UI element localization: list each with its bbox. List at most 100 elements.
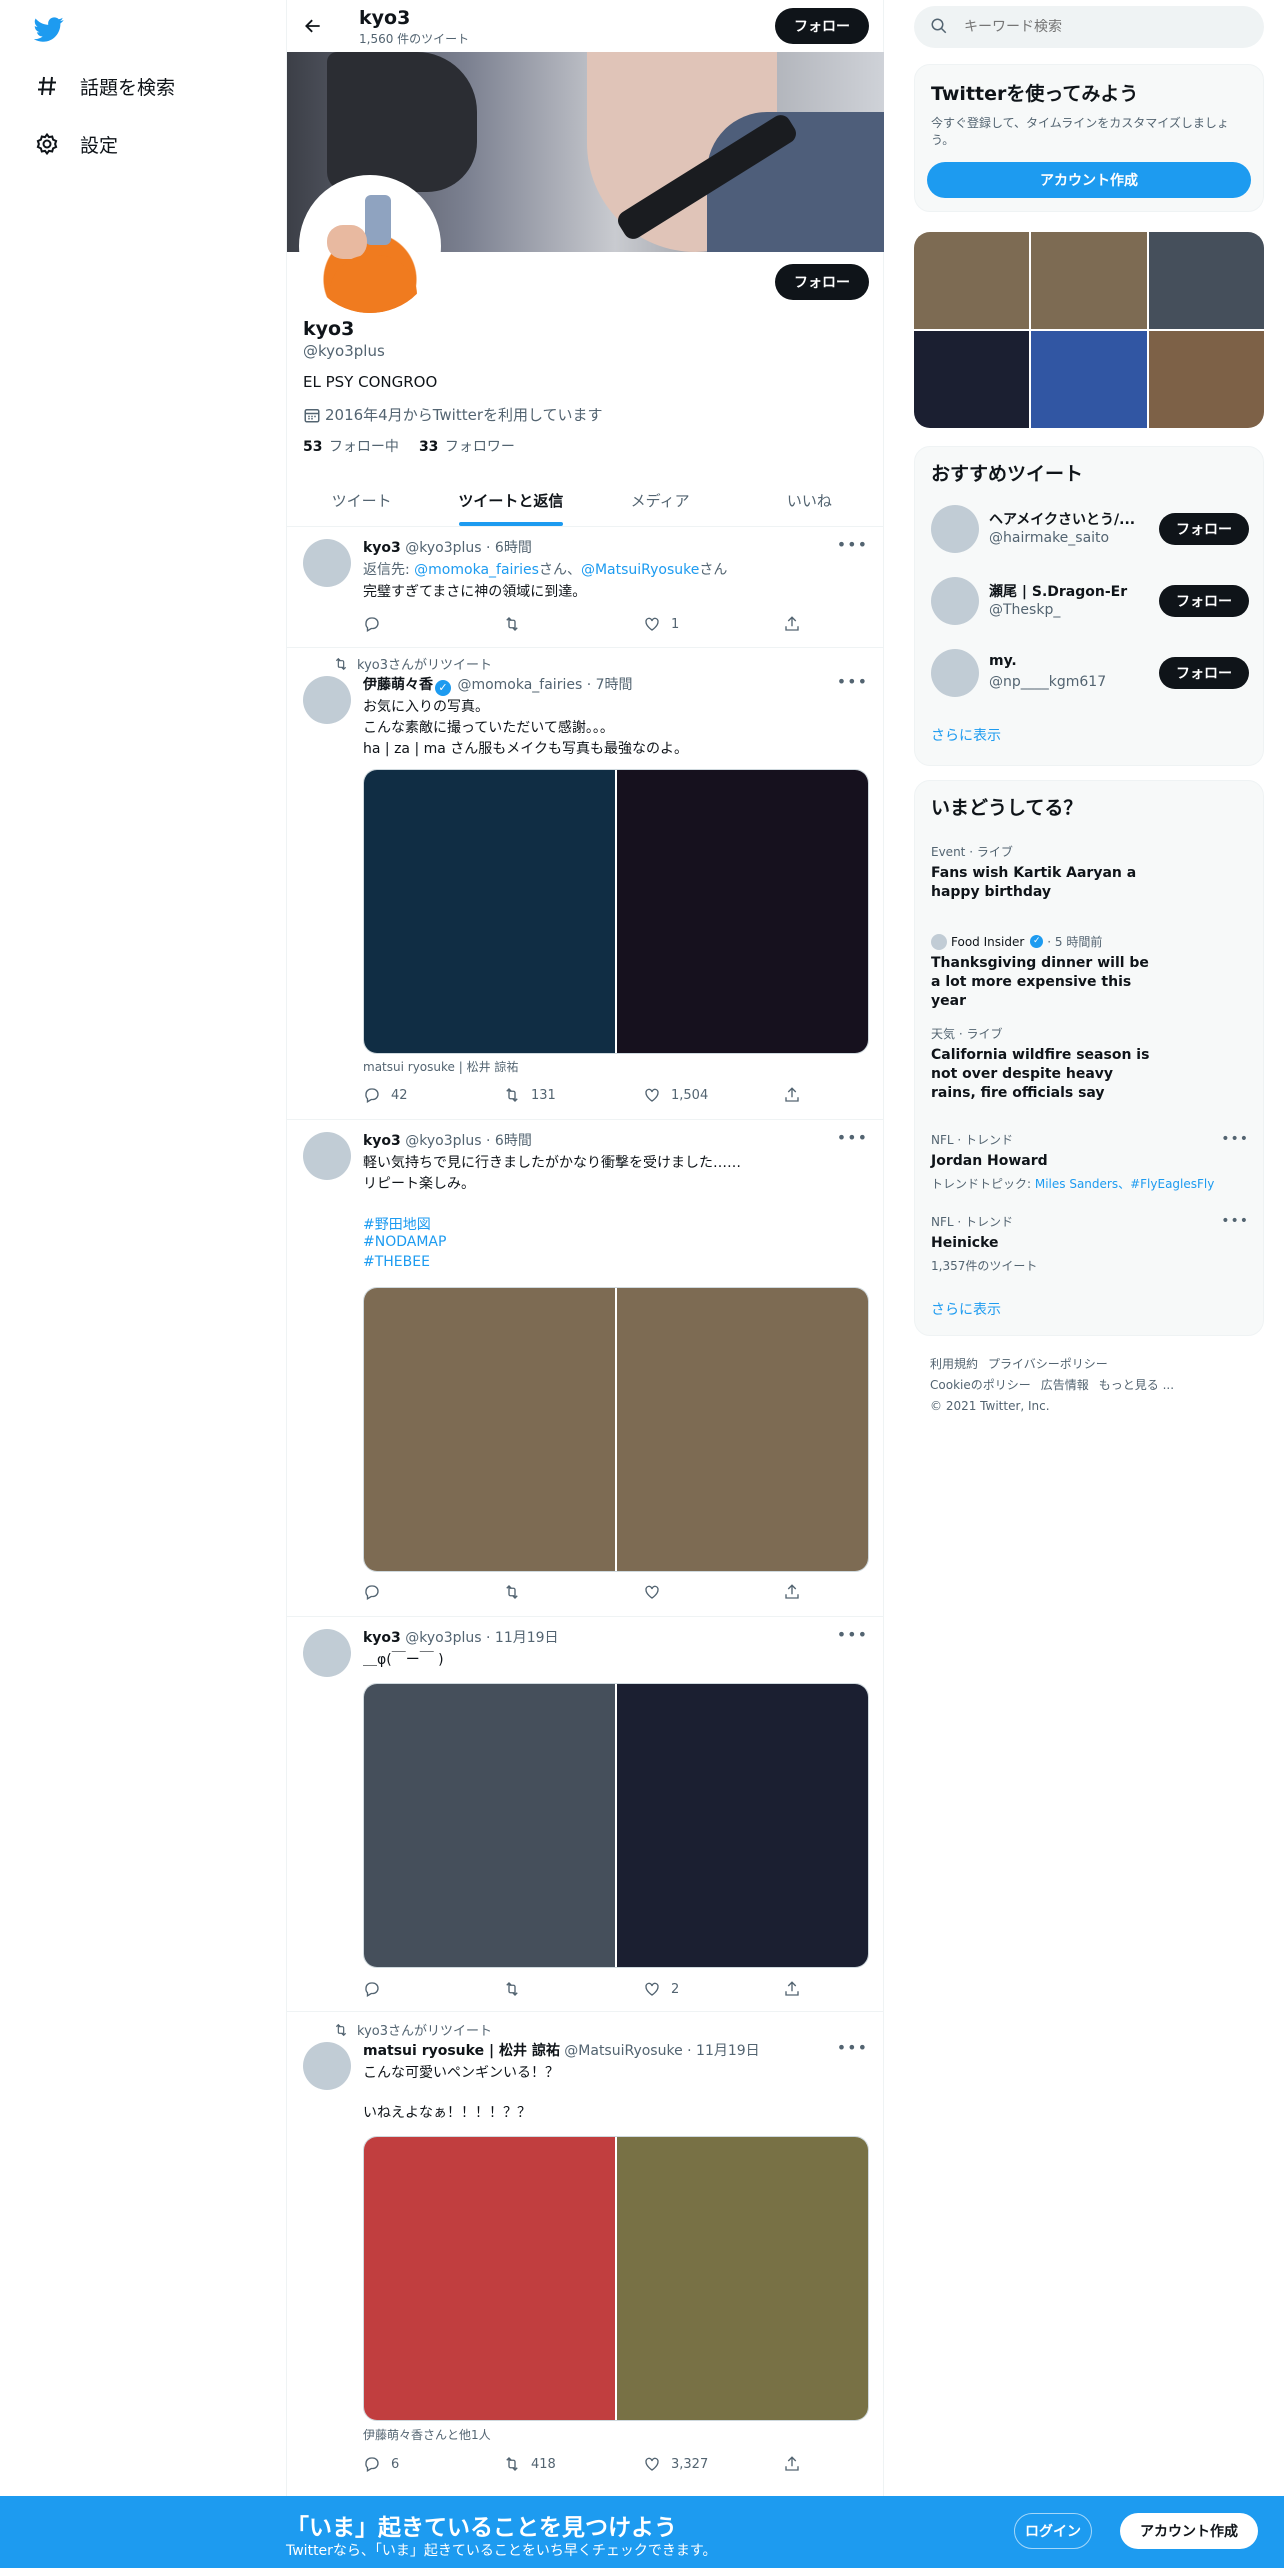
followers-link[interactable]: 33 フォロワー bbox=[419, 436, 515, 456]
follow-button[interactable]: フォロー bbox=[1159, 513, 1249, 545]
more-options-icon[interactable]: ••• bbox=[837, 1128, 868, 1147]
tweet-time[interactable]: 6時間 bbox=[495, 540, 532, 556]
tweet-media[interactable] bbox=[363, 2136, 869, 2421]
tweet-photo[interactable] bbox=[364, 1288, 615, 1571]
signup-button[interactable]: アカウント作成 bbox=[1120, 2513, 1258, 2549]
suggested-account[interactable]: 瀬尾 | S.Dragon-Er @Theskp_ フォロー bbox=[931, 575, 1249, 627]
trend-item[interactable]: Event · ライブ Fans wish Kartik Aaryan a ha… bbox=[931, 843, 1249, 902]
share-button[interactable] bbox=[783, 2454, 803, 2474]
tweet-media[interactable] bbox=[363, 1683, 869, 1968]
retweeted-by-text[interactable]: kyo3さんがリツイート bbox=[357, 654, 492, 673]
retweet-button[interactable]: 418 bbox=[503, 2454, 603, 2474]
retweeted-by-text[interactable]: kyo3さんがリツイート bbox=[357, 2020, 492, 2039]
login-button[interactable]: ログイン bbox=[1014, 2513, 1092, 2549]
footer-link-cookies[interactable]: Cookieのポリシー bbox=[930, 1378, 1031, 1392]
suggested-account-name[interactable]: ヘアメイクさいとう/... bbox=[989, 509, 1149, 529]
trend-item[interactable]: Food Insider ✓ · 5 時間前 Thanksgiving dinn… bbox=[931, 933, 1249, 1011]
follow-button[interactable]: フォロー bbox=[1159, 657, 1249, 689]
media-thumbnail[interactable] bbox=[914, 331, 1030, 428]
nav-explore[interactable]: 話題を検索 bbox=[34, 68, 175, 104]
trend-item[interactable]: NFL · トレンド Jordan Howard トレンドトピック: Miles… bbox=[931, 1131, 1249, 1192]
profile-follow-button[interactable]: フォロー bbox=[775, 264, 869, 300]
media-caption[interactable]: matsui ryosuke | 松井 諒祐 bbox=[363, 1058, 518, 1075]
suggested-account[interactable]: ヘアメイクさいとう/... @hairmake_saito フォロー bbox=[931, 503, 1249, 555]
tweet-time[interactable]: 7時間 bbox=[596, 677, 633, 693]
more-options-icon[interactable]: ••• bbox=[837, 672, 868, 691]
follow-button[interactable]: フォロー bbox=[1159, 585, 1249, 617]
footer-link-ads[interactable]: 広告情報 bbox=[1041, 1378, 1089, 1392]
more-options-icon[interactable]: ••• bbox=[837, 2038, 868, 2057]
tweet-author-handle[interactable]: @kyo3plus bbox=[405, 1630, 481, 1646]
retweet-button[interactable] bbox=[503, 614, 603, 634]
header-follow-button[interactable]: フォロー bbox=[775, 8, 869, 44]
profile-avatar[interactable] bbox=[299, 175, 441, 317]
reply-button[interactable] bbox=[363, 1582, 463, 1602]
avatar[interactable] bbox=[303, 1132, 351, 1180]
media-thumbnail[interactable] bbox=[1031, 232, 1147, 329]
twitter-logo-icon[interactable] bbox=[33, 14, 64, 44]
show-more-link[interactable]: さらに表示 bbox=[931, 1299, 1001, 1319]
tweet[interactable]: kyo3 @kyo3plus · 6時間 ••• 返信先: @momoka_fa… bbox=[287, 527, 884, 648]
retweet-button[interactable] bbox=[503, 1582, 603, 1602]
reply-mention-link[interactable]: @momoka_fairies bbox=[414, 562, 539, 578]
tweet[interactable]: kyo3 @kyo3plus · 6時間 ••• 軽い気持ちで見に行きましたがか… bbox=[287, 1120, 884, 1617]
trend-topic-links[interactable]: Miles Sanders、#FlyEaglesFly bbox=[1035, 1177, 1215, 1191]
nav-settings[interactable]: 設定 bbox=[34, 126, 118, 162]
tweet-photo[interactable] bbox=[615, 2137, 868, 2420]
tab-likes[interactable]: いいね bbox=[735, 475, 884, 526]
tab-media[interactable]: メディア bbox=[586, 475, 735, 526]
media-caption[interactable]: 伊藤萌々香さんと他1人 bbox=[363, 2426, 491, 2443]
more-options-icon[interactable]: ••• bbox=[1221, 1131, 1249, 1147]
media-thumbnail[interactable] bbox=[1148, 331, 1264, 428]
reply-mention-link[interactable]: @MatsuiRyosuke bbox=[581, 562, 699, 578]
tab-tweets[interactable]: ツイート bbox=[287, 475, 436, 526]
back-arrow-icon[interactable] bbox=[297, 10, 329, 42]
create-account-button[interactable]: アカウント作成 bbox=[927, 162, 1251, 198]
suggested-account[interactable]: my. @np____kgm617 フォロー bbox=[931, 647, 1249, 699]
tweet-time[interactable]: 6時間 bbox=[495, 1133, 532, 1149]
tweet-author-name[interactable]: kyo3 bbox=[363, 540, 401, 556]
suggested-account-name[interactable]: 瀬尾 | S.Dragon-Er bbox=[989, 581, 1149, 601]
search-input[interactable] bbox=[964, 19, 1224, 35]
media-thumbnail[interactable] bbox=[1031, 331, 1147, 428]
avatar[interactable] bbox=[931, 505, 979, 553]
tweet-author-name[interactable]: 伊藤萌々香 bbox=[363, 677, 433, 693]
avatar[interactable] bbox=[931, 577, 979, 625]
footer-link-more[interactable]: もっと見る ... bbox=[1099, 1378, 1174, 1392]
avatar[interactable] bbox=[303, 676, 351, 724]
hashtag-link[interactable]: #NODAMAP bbox=[363, 1234, 446, 1250]
media-thumbnail[interactable] bbox=[914, 232, 1030, 329]
tweet-photo[interactable] bbox=[615, 1288, 868, 1571]
avatar[interactable] bbox=[303, 539, 351, 587]
like-button[interactable]: 2 bbox=[643, 1979, 743, 1999]
tweet-time[interactable]: 11月19日 bbox=[696, 2043, 760, 2059]
avatar[interactable] bbox=[303, 2042, 351, 2090]
tweet-author-name[interactable]: matsui ryosuke | 松井 諒祐 bbox=[363, 2043, 560, 2059]
following-link[interactable]: 53 フォロー中 bbox=[303, 436, 399, 456]
tab-tweets-and-replies[interactable]: ツイートと返信 bbox=[436, 475, 585, 526]
more-options-icon[interactable]: ••• bbox=[837, 1625, 868, 1644]
tweet[interactable]: kyo3さんがリツイート matsui ryosuke | 松井 諒祐 @Mat… bbox=[287, 2012, 884, 2496]
avatar[interactable] bbox=[931, 649, 979, 697]
tweet[interactable]: kyo3 @kyo3plus · 11月19日 ••• ＿φ(￣ー￣ ) 2 bbox=[287, 1617, 884, 2012]
tweet[interactable]: kyo3さんがリツイート 伊藤萌々香 ✓ @momoka_fairies · 7時… bbox=[287, 648, 884, 1120]
hashtag-text[interactable]: #野田地図 bbox=[363, 1217, 431, 1233]
trend-item[interactable]: NFL · トレンド Heinicke 1,357件のツイート ••• bbox=[931, 1213, 1249, 1274]
more-options-icon[interactable]: ••• bbox=[1221, 1213, 1249, 1229]
tweet-photo[interactable] bbox=[364, 1684, 615, 1967]
hashtag-link[interactable]: #THEBEE bbox=[363, 1254, 430, 1270]
like-button[interactable]: 1 bbox=[643, 614, 743, 634]
tweet-photo[interactable] bbox=[364, 770, 615, 1053]
reply-button[interactable] bbox=[363, 1979, 463, 1999]
tweet-author-handle[interactable]: @kyo3plus bbox=[405, 540, 481, 556]
tweet-photo[interactable] bbox=[615, 770, 868, 1053]
share-button[interactable] bbox=[783, 1085, 803, 1105]
suggested-account-name[interactable]: my. bbox=[989, 653, 1149, 669]
share-button[interactable] bbox=[783, 1979, 803, 1999]
like-button[interactable] bbox=[643, 1582, 743, 1602]
footer-link-terms[interactable]: 利用規約 bbox=[930, 1357, 978, 1371]
share-button[interactable] bbox=[783, 1582, 803, 1602]
reply-button[interactable] bbox=[363, 614, 463, 634]
tweet-author-handle[interactable]: @MatsuiRyosuke bbox=[564, 2043, 682, 2059]
media-thumbnail[interactable] bbox=[1148, 232, 1264, 329]
